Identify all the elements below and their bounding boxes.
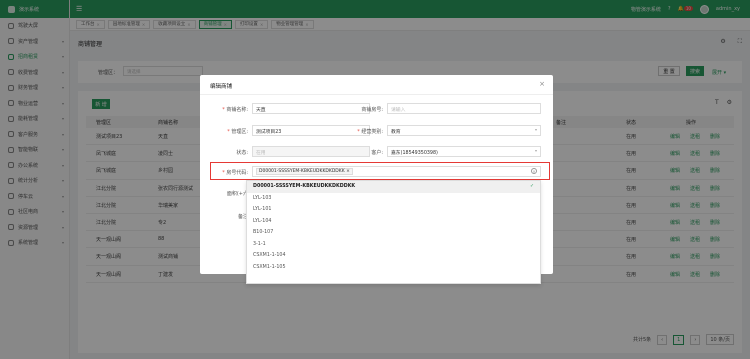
clear-icon[interactable]: × bbox=[531, 168, 537, 174]
biz-type-select[interactable]: 教育 ▾ bbox=[387, 125, 541, 136]
dropdown-option[interactable]: D00001-SSSSYEM-KBKEUDKKDKDDKK ✓ bbox=[247, 181, 540, 193]
option-label: CSXM1-1-105 bbox=[253, 264, 286, 270]
modal-divider bbox=[200, 94, 553, 95]
biz-type-label: * 经营类别: bbox=[357, 129, 383, 135]
customer-select[interactable]: 嘉东(18549350398) ▾ bbox=[387, 146, 541, 157]
dropdown-option[interactable]: B10-107 bbox=[247, 227, 540, 239]
room-code-multiselect[interactable]: D00001-SSSSYEM-KBKEUDKKDKDDKK × × bbox=[252, 166, 541, 177]
dropdown-option[interactable]: 3-1-1 bbox=[247, 239, 540, 251]
status-label: 状态: bbox=[236, 150, 248, 156]
check-icon: ✓ bbox=[529, 184, 534, 190]
shop-no-label: 商铺房号: bbox=[361, 107, 383, 113]
room-code-tag[interactable]: D00001-SSSSYEM-KBKEUDKKDKDDKK × bbox=[256, 168, 353, 175]
option-label: LYL-104 bbox=[253, 218, 272, 224]
chevron-down-icon: ▾ bbox=[534, 148, 537, 153]
option-label: LYL-101 bbox=[253, 207, 272, 213]
option-label: D00001-SSSSYEM-KBKEUDKKDKDDKK bbox=[253, 184, 356, 190]
close-icon[interactable]: × bbox=[539, 80, 545, 88]
customer-label: 客户: bbox=[371, 150, 383, 156]
room-code-dropdown: D00001-SSSSYEM-KBKEUDKKDKDDKK ✓ LYL-103 LYL… bbox=[246, 180, 541, 284]
dropdown-option[interactable]: LYL-101 bbox=[247, 204, 540, 216]
dropdown-option[interactable]: LYL-103 bbox=[247, 193, 540, 205]
lease-label: 面积(+六 bbox=[226, 191, 248, 197]
shop-no-input[interactable]: 请输入 bbox=[387, 103, 541, 114]
dropdown-option[interactable]: CSXM1-1-105 bbox=[247, 262, 540, 274]
dropdown-option[interactable]: CSXM1-1-104 bbox=[247, 250, 540, 262]
room-code-label: * 房号代码: bbox=[222, 170, 248, 176]
option-label: LYL-103 bbox=[253, 195, 272, 201]
option-label: B10-107 bbox=[253, 230, 274, 236]
chevron-down-icon: ▾ bbox=[534, 127, 537, 132]
modal-title: 编辑商铺 bbox=[210, 84, 233, 90]
option-label: CSXM1-1-104 bbox=[253, 253, 286, 259]
remark-label: 备注 bbox=[237, 214, 248, 220]
option-label: 3-1-1 bbox=[253, 241, 266, 247]
dropdown-option[interactable]: LYL-104 bbox=[247, 216, 540, 228]
shop-name-label: * 商铺名称: bbox=[222, 107, 248, 113]
area-label: * 管理区: bbox=[227, 129, 248, 135]
